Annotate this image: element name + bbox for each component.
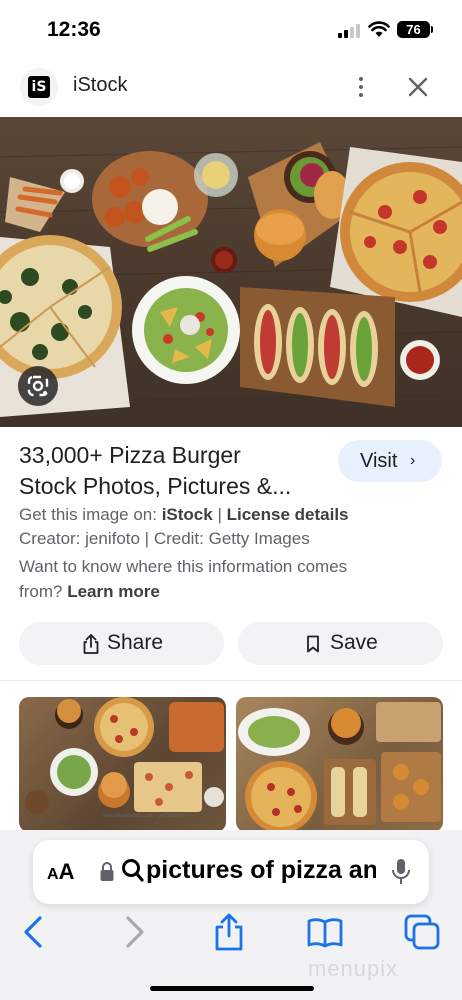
wifi-icon — [368, 21, 390, 37]
cellular-signal-icon — [338, 24, 362, 38]
visit-label: Visit — [360, 450, 398, 472]
site-logo[interactable]: iS — [20, 68, 58, 106]
istock-logo-icon: iS — [28, 76, 50, 98]
source-prefix: Get this image on: — [19, 505, 157, 524]
share-label: Share — [107, 631, 164, 654]
microphone-icon[interactable] — [390, 857, 412, 887]
lock-icon — [100, 862, 114, 881]
result-image[interactable] — [0, 117, 462, 427]
aa-large: A — [58, 859, 75, 884]
battery-tip — [431, 26, 433, 33]
more-options-icon[interactable] — [351, 74, 371, 100]
reader-settings-button[interactable]: AA — [47, 859, 74, 885]
related-image-1[interactable]: www.shutterstock.com · 1437969707 — [19, 697, 226, 832]
related-image-2[interactable] — [236, 697, 443, 832]
home-indicator — [150, 986, 314, 991]
share-icon — [83, 634, 99, 654]
license-details-link[interactable]: License details — [227, 505, 349, 524]
bookmark-icon — [307, 635, 319, 653]
section-divider — [0, 680, 462, 681]
food-spread-illustration — [0, 142, 462, 417]
back-icon[interactable] — [14, 912, 54, 952]
watermark: menupix — [308, 956, 399, 981]
bookmarks-icon[interactable] — [305, 912, 345, 952]
status-time: 12:36 — [47, 18, 101, 41]
aa-small: A — [47, 866, 59, 883]
separator: | — [217, 505, 222, 524]
forward-icon[interactable] — [114, 912, 154, 952]
tabs-icon[interactable] — [402, 912, 442, 952]
thumb-caption: www.shutterstock.com · 1437969707 — [103, 813, 185, 819]
site-header: iS iStock — [0, 60, 462, 116]
info-line-2-prefix: from? — [19, 582, 63, 601]
lens-icon — [27, 375, 49, 397]
result-title[interactable]: 33,000+ Pizza Burger Stock Photos, Pictu… — [19, 440, 329, 502]
info-line-2: from? Learn more — [19, 582, 160, 602]
address-query[interactable]: pictures of pizza and burgers — [146, 856, 376, 885]
related-food-illustration — [25, 697, 224, 814]
address-bar[interactable]: AA pictures of pizza and burgers — [33, 840, 429, 904]
share-icon-toolbar[interactable] — [209, 912, 249, 952]
close-icon[interactable] — [405, 74, 431, 100]
visit-button[interactable]: Visit › — [338, 440, 442, 482]
share-button[interactable]: Share — [19, 622, 224, 665]
chevron-right-icon: › — [410, 452, 416, 469]
learn-more-link[interactable]: Learn more — [67, 582, 160, 601]
search-icon — [122, 859, 144, 882]
result-title-line1: 33,000+ Pizza Burger — [19, 442, 241, 468]
status-bar: 12:36 76 — [0, 0, 462, 60]
lens-search-button[interactable] — [18, 366, 58, 406]
result-title-line2: Stock Photos, Pictures &... — [19, 473, 292, 499]
creator-line: Creator: jenifoto | Credit: Getty Images — [19, 529, 310, 548]
info-line: Want to know where this information come… — [19, 557, 348, 576]
save-label: Save — [330, 631, 378, 654]
site-name[interactable]: iStock — [73, 74, 127, 97]
save-button[interactable]: Save — [238, 622, 443, 665]
source-line: Get this image on: iStock | License deta… — [19, 505, 349, 525]
battery-indicator: 76 — [397, 21, 430, 38]
source-link[interactable]: iStock — [162, 505, 213, 524]
related-food-illustration-2 — [238, 702, 441, 832]
